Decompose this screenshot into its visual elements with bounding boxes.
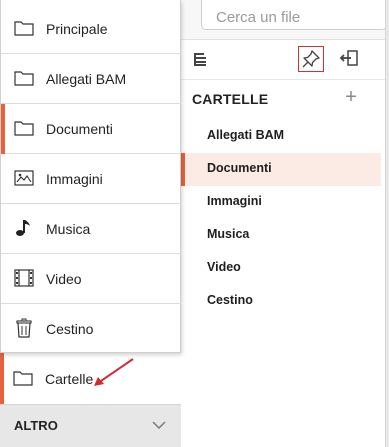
folder-tree-item-allegati-bam[interactable]: Allegati BAM [181, 120, 381, 153]
folders-popover: Principale Allegati BAM Documenti Immagi… [0, 0, 181, 353]
image-icon [13, 167, 35, 189]
folder-tree-item-immagini[interactable]: Immagini [181, 186, 381, 219]
sidebar-item-immagini[interactable]: Immagini [1, 154, 181, 204]
folder-icon [13, 17, 35, 39]
folders-toolbar [181, 40, 389, 80]
add-folder-button[interactable]: + [341, 86, 361, 108]
sidebar-item-principale[interactable]: Principale [1, 4, 181, 54]
folders-header: CARTELLE + [181, 80, 381, 120]
chevron-down-icon [152, 419, 166, 431]
pin-icon[interactable] [298, 46, 324, 72]
folder-tree-item-cestino[interactable]: Cestino [181, 285, 381, 318]
sidebar-item-musica[interactable]: Musica [1, 204, 181, 254]
trash-icon [13, 317, 35, 339]
altro-section-toggle[interactable]: ALTRO [0, 404, 181, 447]
film-icon [13, 267, 35, 289]
exit-panel-icon[interactable] [336, 46, 362, 72]
collapse-list-icon[interactable] [189, 46, 215, 72]
sidebar-item-documenti[interactable]: Documenti [1, 104, 181, 154]
sidebar-item-allegati-bam[interactable]: Allegati BAM [1, 54, 181, 104]
document-icon [13, 117, 35, 139]
folder-tree-item-video[interactable]: Video [181, 252, 381, 285]
sidebar-item-video[interactable]: Video [1, 254, 181, 304]
sidebar-item-cestino[interactable]: Cestino [1, 304, 181, 354]
folders-title: CARTELLE [192, 91, 269, 107]
music-note-icon [13, 217, 35, 239]
folder-icon [12, 367, 34, 389]
scrollbar[interactable] [385, 0, 389, 447]
folder-tree-item-musica[interactable]: Musica [181, 219, 381, 252]
folder-icon [13, 67, 35, 89]
folder-tree-item-documenti[interactable]: Documenti [181, 153, 381, 186]
search-input[interactable]: Cerca un file [201, 0, 387, 30]
annotation-arrow-icon [94, 358, 134, 386]
